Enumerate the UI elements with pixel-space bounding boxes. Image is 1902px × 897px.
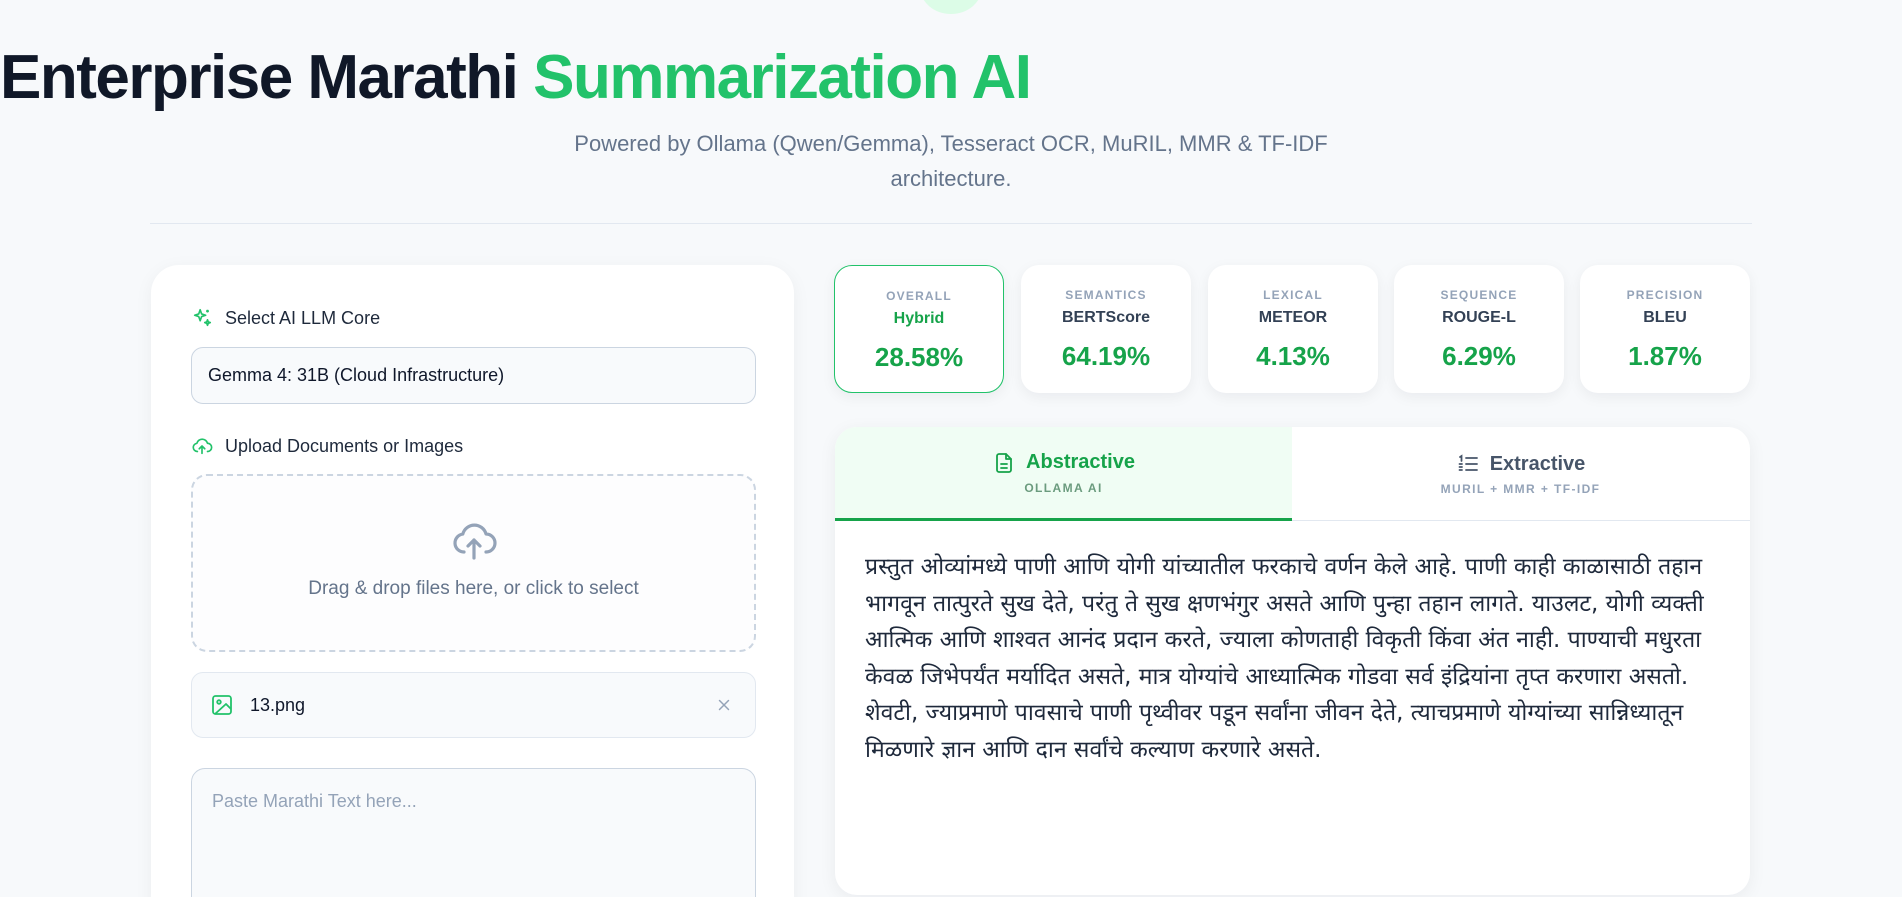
tab-title: Abstractive <box>1026 451 1135 473</box>
tab-subtitle: MURIL + MMR + TF-IDF <box>1440 482 1601 496</box>
metric-category: SEQUENCE <box>1440 288 1518 302</box>
metric-value: 28.58% <box>874 342 964 372</box>
metric-value: 4.13% <box>1256 341 1330 371</box>
file-dropzone[interactable]: Drag & drop files here, or click to sele… <box>191 474 756 652</box>
dropzone-text: Drag & drop files here, or click to sele… <box>308 578 639 599</box>
summary-tabs: Abstractive OLLAMA AI Extractive MURIL +… <box>835 427 1750 521</box>
close-icon[interactable] <box>711 692 737 718</box>
page-subtitle: Powered by Ollama (Qwen/Gemma), Tesserac… <box>574 131 1328 191</box>
model-select[interactable]: Gemma 4: 31B (Cloud Infrastructure) <box>191 347 756 404</box>
numbered-list-icon <box>1456 452 1480 476</box>
metric-card-lexical: LEXICAL METEOR 4.13% <box>1208 265 1378 393</box>
metric-category: LEXICAL <box>1263 288 1323 302</box>
metric-name: BLEU <box>1643 309 1687 326</box>
text-input[interactable] <box>191 768 756 897</box>
metric-value: 1.87% <box>1628 341 1702 371</box>
decorative-circle <box>920 0 982 14</box>
upload-section-label: Upload Documents or Images <box>191 435 463 457</box>
document-icon <box>992 451 1016 475</box>
input-panel: Select AI LLM Core Gemma 4: 31B (Cloud I… <box>151 265 794 897</box>
metric-name: BERTScore <box>1061 309 1151 326</box>
tab-subtitle: OLLAMA AI <box>1024 480 1103 495</box>
image-file-icon <box>210 693 234 717</box>
metric-name: METEOR <box>1258 309 1328 326</box>
tab-abstractive[interactable]: Abstractive OLLAMA AI <box>835 427 1292 521</box>
sparkles-icon <box>191 307 213 329</box>
model-label: Select AI LLM Core <box>225 307 381 328</box>
metric-category: SEMANTICS <box>1065 288 1147 302</box>
model-section-label: Select AI LLM Core <box>191 307 380 329</box>
page-title-accent: Summarization AI <box>533 43 1032 112</box>
uploaded-file-item: 13.png <box>191 672 756 738</box>
metric-value: 6.29% <box>1442 341 1516 371</box>
metric-name: ROUGE-L <box>1442 309 1516 326</box>
metric-card-precision: PRECISION BLEU 1.87% <box>1580 265 1750 393</box>
header-divider <box>150 223 1752 224</box>
tab-extractive[interactable]: Extractive MURIL + MMR + TF-IDF <box>1292 427 1749 521</box>
metric-category: OVERALL <box>886 289 952 303</box>
cloud-upload-icon <box>449 516 499 564</box>
page-title: Enterprise Marathi Summarization AI <box>0 43 1032 112</box>
metric-name: Hybrid <box>893 310 945 327</box>
file-name: 13.png <box>250 694 306 715</box>
metric-card-overall: OVERALL Hybrid 28.58% <box>834 265 1004 393</box>
summary-card: Abstractive OLLAMA AI Extractive MURIL +… <box>835 427 1750 895</box>
metric-category: PRECISION <box>1626 288 1704 302</box>
metric-value: 64.19% <box>1061 341 1151 371</box>
summary-text: प्रस्तुत ओव्यांमध्ये पाणी आणि योगी यांच्… <box>865 554 1704 763</box>
upload-label: Upload Documents or Images <box>225 435 464 456</box>
metric-card-semantics: SEMANTICS BERTScore 64.19% <box>1021 265 1191 393</box>
tab-title: Extractive <box>1489 452 1586 475</box>
cloud-upload-icon <box>191 435 213 457</box>
metric-card-sequence: SEQUENCE ROUGE-L 6.29% <box>1394 265 1564 393</box>
